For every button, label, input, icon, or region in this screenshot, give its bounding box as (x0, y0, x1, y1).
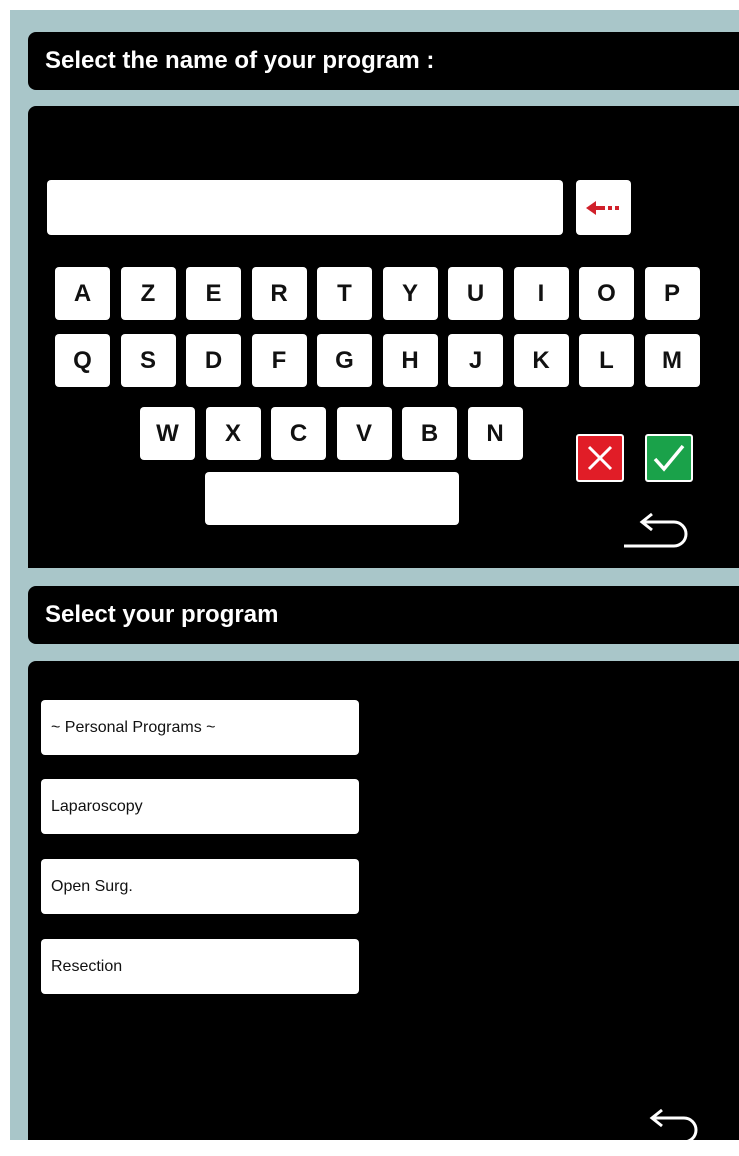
program-name-input[interactable] (47, 180, 563, 235)
key-n[interactable]: N (467, 407, 523, 460)
key-q[interactable]: Q (55, 334, 110, 387)
key-r[interactable]: R (251, 267, 307, 320)
program-item-personal[interactable]: ~ Personal Programs ~ (41, 700, 359, 755)
program-item-laparoscopy[interactable]: Laparoscopy (41, 779, 359, 834)
key-h[interactable]: H (382, 334, 438, 387)
key-s[interactable]: S (120, 334, 176, 387)
program-item-open-surg[interactable]: Open Surg. (41, 859, 359, 914)
key-j[interactable]: J (448, 334, 503, 387)
key-f[interactable]: F (251, 334, 307, 387)
name-screen-title: Select the name of your program : (28, 32, 739, 90)
key-o[interactable]: O (579, 267, 634, 320)
program-item-resection[interactable]: Resection (41, 939, 359, 994)
checkmark-icon (653, 444, 685, 472)
key-p[interactable]: P (644, 267, 700, 320)
key-x[interactable]: X (205, 407, 261, 460)
key-d[interactable]: D (186, 334, 241, 387)
dotted-left-arrow-icon (585, 200, 619, 215)
key-w[interactable]: W (140, 407, 195, 460)
space-key[interactable] (205, 472, 459, 525)
key-k[interactable]: K (513, 334, 569, 387)
key-t[interactable]: T (317, 267, 372, 320)
key-l[interactable]: L (579, 334, 634, 387)
key-e[interactable]: E (186, 267, 241, 320)
name-entry-screen: Select the name of your program : AZERTY… (10, 10, 739, 569)
key-b[interactable]: B (402, 407, 457, 460)
return-arrow-icon (634, 1108, 698, 1144)
close-icon (587, 445, 613, 471)
program-screen-title: Select your program (28, 586, 739, 644)
program-select-screen: Select your program ~ Personal Programs … (10, 568, 739, 1144)
key-u[interactable]: U (448, 267, 503, 320)
back-button[interactable] (610, 510, 700, 560)
key-a[interactable]: A (55, 267, 110, 320)
confirm-button[interactable] (645, 434, 693, 482)
return-arrow-icon (624, 512, 688, 548)
key-z[interactable]: Z (120, 267, 176, 320)
key-i[interactable]: I (513, 267, 569, 320)
key-y[interactable]: Y (382, 267, 438, 320)
key-v[interactable]: V (336, 407, 392, 460)
cancel-button[interactable] (576, 434, 624, 482)
back-button[interactable] (620, 1106, 710, 1156)
key-m[interactable]: M (644, 334, 700, 387)
backspace-button[interactable] (576, 180, 631, 235)
key-g[interactable]: G (317, 334, 372, 387)
key-c[interactable]: C (271, 407, 326, 460)
